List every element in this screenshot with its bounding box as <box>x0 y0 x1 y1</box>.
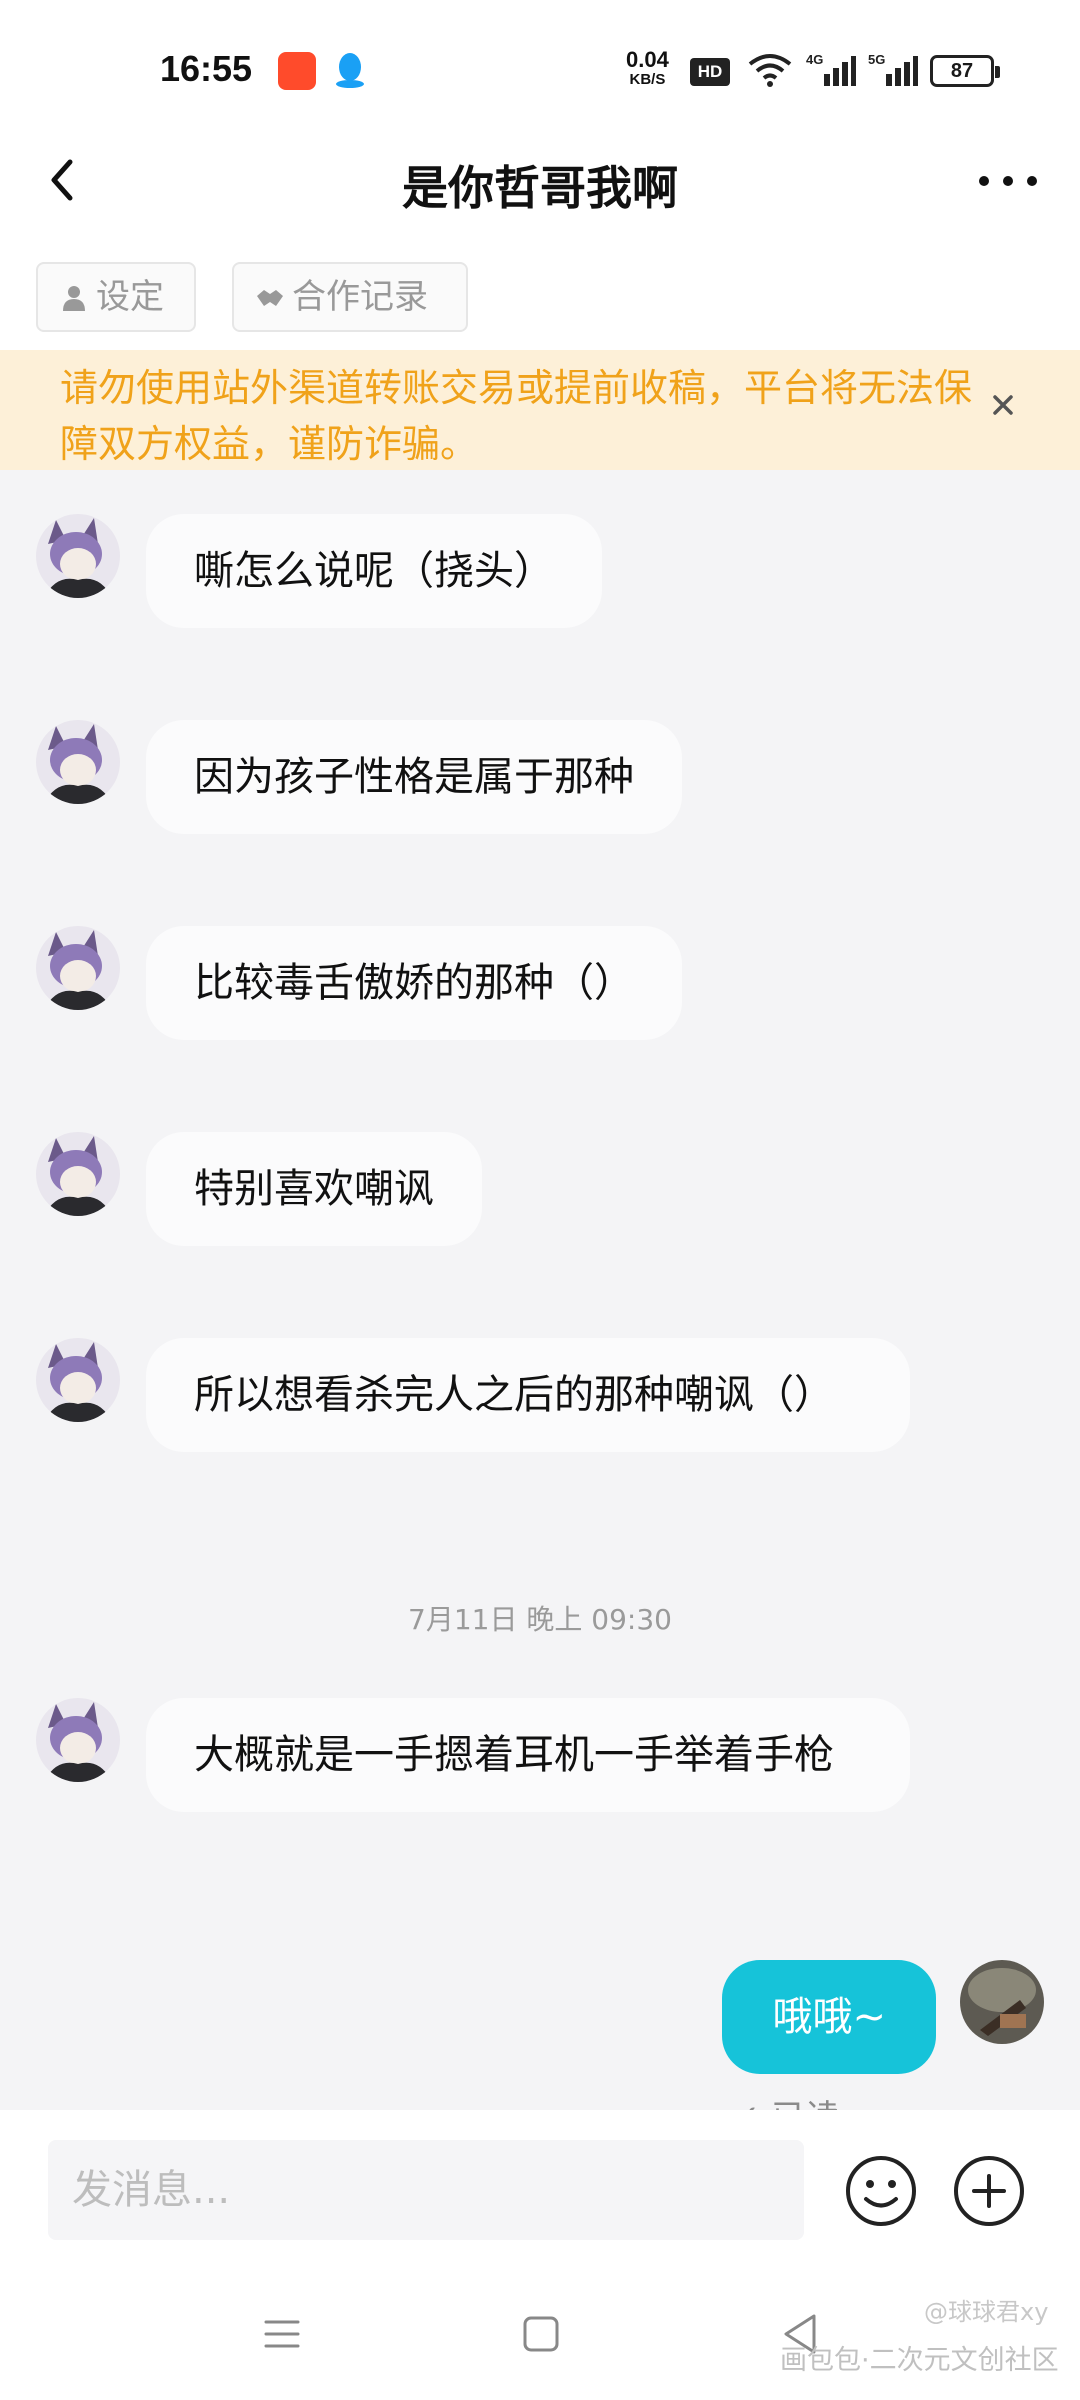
close-icon[interactable] <box>986 388 1020 422</box>
network-speed: 0.04 KB/S <box>626 47 669 90</box>
watermark-site: 画包包·二次元文创社区 <box>780 2345 1059 2376</box>
status-bar: 16:55 0.04 KB/S HD 4G 5G 87 <box>0 0 1080 130</box>
signal-4g-label: 4G <box>806 52 823 67</box>
hd-voice-icon: HD <box>690 58 730 86</box>
handshake-icon <box>257 290 283 306</box>
battery-icon: 87 <box>930 55 1000 87</box>
setting-tag-label: 设定 <box>96 277 164 317</box>
home-icon[interactable] <box>522 2314 560 2354</box>
contact-avatar[interactable] <box>36 514 120 598</box>
add-icon[interactable] <box>952 2154 1026 2228</box>
message-bubble: 所以想看杀完人之后的那种嘲讽（） <box>146 1338 910 1452</box>
signal-5g-icon: 5G <box>868 52 918 86</box>
signal-4g-icon: 4G <box>806 52 856 86</box>
message-bubble: 比较毒舌傲娇的那种（） <box>146 926 682 1040</box>
signal-5g-label: 5G <box>868 52 885 67</box>
system-nav-bar: @球球君xy 画包包·二次元文创社区 <box>0 2270 1080 2400</box>
status-time: 16:55 <box>160 48 253 89</box>
setting-tag-button[interactable]: 设定 <box>36 262 196 332</box>
contact-avatar[interactable] <box>36 926 120 1010</box>
warning-text: 请勿使用站外渠道转账交易或提前收稿，平台将无法保障双方权益，谨防诈骗。 <box>60 366 973 466</box>
message-bubble: 大概就是一手摁着耳机一手举着手枪 <box>146 1698 910 1812</box>
page-title: 是你哲哥我啊 <box>402 161 678 215</box>
message-input-bar <box>0 2110 1080 2270</box>
message-input[interactable] <box>48 2140 804 2240</box>
network-speed-unit: KB/S <box>629 71 666 88</box>
my-message-bubble: 哦哦~ <box>722 1960 936 2074</box>
contact-avatar[interactable] <box>36 1698 120 1782</box>
contact-avatar[interactable] <box>36 720 120 804</box>
contact-avatar[interactable] <box>36 1338 120 1422</box>
app-notification-icon <box>278 52 316 90</box>
menu-icon[interactable] <box>262 2314 302 2354</box>
more-icon[interactable] <box>972 166 1044 196</box>
contact-avatar[interactable] <box>36 1132 120 1216</box>
cooperation-record-tag-button[interactable]: 合作记录 <box>232 262 468 332</box>
qq-icon <box>336 53 364 88</box>
emoji-icon[interactable] <box>844 2154 918 2228</box>
read-status: ✓ 已读 <box>732 2090 839 2110</box>
anti-fraud-warning-banner: 请勿使用站外渠道转账交易或提前收稿，平台将无法保障双方权益，谨防诈骗。 <box>0 350 1080 470</box>
wifi-icon <box>748 54 792 87</box>
tag-row: 设定 合作记录 <box>0 262 1080 336</box>
cooperation-tag-label: 合作记录 <box>292 277 428 317</box>
my-avatar[interactable] <box>960 1960 1044 2044</box>
message-timestamp: 7月11日 晚上 09:30 <box>408 1603 672 1636</box>
chat-area[interactable]: 嘶怎么说呢（挠头） 因为孩子性格是属于那种 比较毒舌傲娇的那种（） 特别喜欢嘲讽… <box>0 470 1080 2110</box>
watermark-user: @球球君xy <box>924 2298 1049 2326</box>
chat-header: 是你哲哥我啊 <box>0 130 1080 250</box>
message-bubble: 因为孩子性格是属于那种 <box>146 720 682 834</box>
person-icon <box>63 286 85 311</box>
network-speed-value: 0.04 <box>626 47 669 72</box>
message-bubble: 嘶怎么说呢（挠头） <box>146 514 602 628</box>
message-bubble: 特别喜欢嘲讽 <box>146 1132 482 1246</box>
